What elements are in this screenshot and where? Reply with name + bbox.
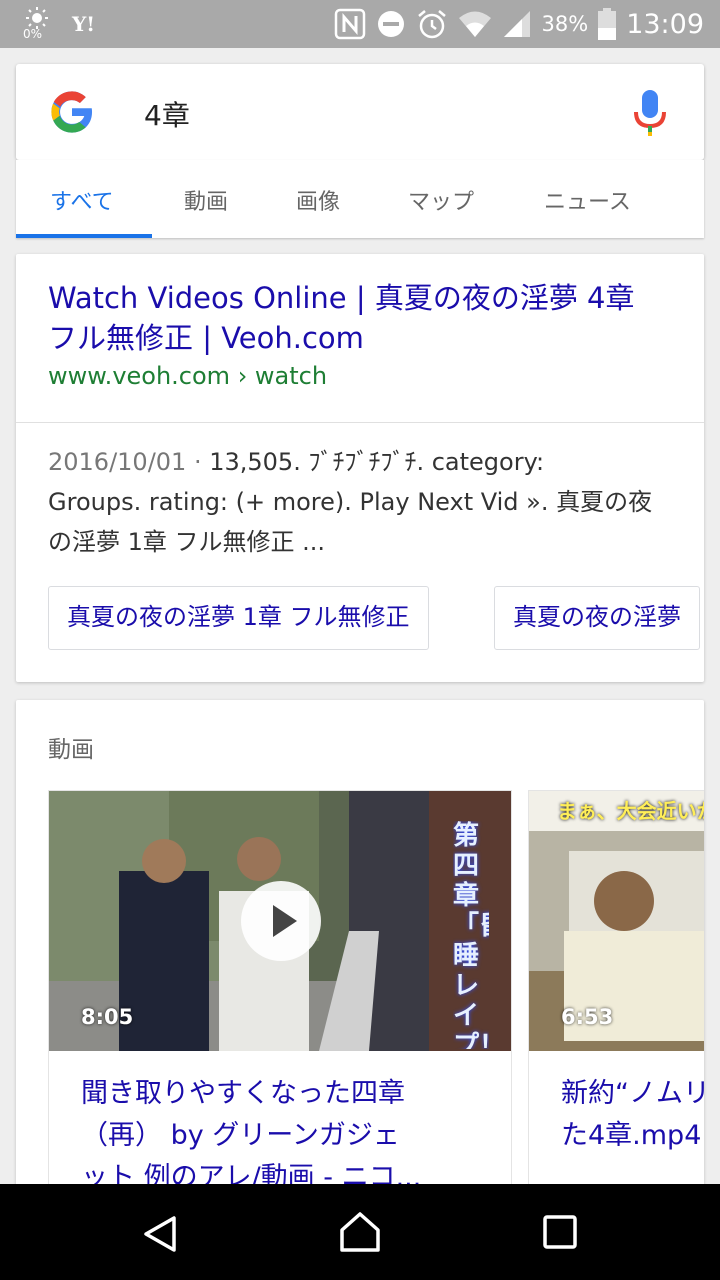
nfc-icon <box>334 8 365 40</box>
snippet-separator: · <box>186 448 210 476</box>
video-card[interactable]: 第四章 「昏睡レイプ！野獣と化した… 8:05 聞き取りやすくなった四章 （再）… <box>48 790 512 1200</box>
tab-maps[interactable]: マップ <box>408 184 474 216</box>
google-g-icon <box>51 91 94 133</box>
video-title-line: （再） by グリーンガジェ <box>81 1120 400 1151</box>
video-title-line: 聞き取りやすくなった四章 <box>81 1078 405 1109</box>
video-title-line: 新約“ノムリ <box>561 1078 704 1109</box>
search-tabs: すべて 動画 画像 マップ ニュース <box>16 160 704 238</box>
tab-news[interactable]: ニュース <box>544 184 631 216</box>
related-links: 真夏の夜の淫夢 1章 フル無修正 真夏の夜の淫夢 <box>48 586 704 650</box>
home-icon[interactable] <box>338 1210 382 1254</box>
brightness-percent: 0% <box>23 27 43 41</box>
search-box[interactable]: 4章 <box>16 64 704 160</box>
video-title-link[interactable]: 聞き取りやすくなった四章 （再） by グリーンガジェ ット 例のアレ/動画 -… <box>81 1073 501 1199</box>
video-title-link[interactable]: 新約“ノムリ た4章.mp4 <box>561 1073 704 1157</box>
brightness-icon: 0% <box>22 6 52 42</box>
search-query[interactable]: 4章 <box>144 94 190 134</box>
result-url[interactable]: www.veoh.com › watch <box>48 362 327 390</box>
yahoo-icon: Y! <box>72 12 96 36</box>
mic-icon[interactable] <box>632 88 668 138</box>
tab-videos[interactable]: 動画 <box>184 184 228 216</box>
tab-images[interactable]: 画像 <box>296 184 340 216</box>
wifi-icon <box>458 11 491 37</box>
video-overlay-text: まぁ、大会近いか <box>557 799 704 823</box>
alarm-icon <box>417 10 446 39</box>
result-title-line: フル無修正 | Veoh.com <box>48 321 364 355</box>
back-icon[interactable] <box>140 1214 180 1254</box>
result-title-link[interactable]: Watch Videos Online | 真夏の夜の淫夢 4章 フル無修正 |… <box>48 278 678 358</box>
related-link-chip[interactable]: 真夏の夜の淫夢 <box>494 586 700 650</box>
video-card[interactable]: まぁ、大会近いか 6:53 新約“ノムリ た4章.mp4 <box>528 790 704 1200</box>
snippet-line: 2016/10/01 · 13,505. ﾌﾞﾁﾌﾞﾁﾌﾞﾁ. category… <box>48 442 678 482</box>
snippet-line: の淫夢 1章 フル無修正 ... <box>48 528 326 556</box>
videos-section: 動画 第四章 「昏睡レイプ！野獣と化した… 8:05 聞き取りやすくなった四章 … <box>16 700 704 1200</box>
recents-icon[interactable] <box>542 1214 578 1250</box>
snippet-line: Groups. rating: (+ more). Play Next Vid … <box>48 488 653 516</box>
dnd-icon <box>377 11 404 37</box>
video-title-line: た4章.mp4 <box>561 1120 702 1151</box>
battery-percent: 38% <box>541 12 589 36</box>
search-result-card: Watch Videos Online | 真夏の夜の淫夢 4章 フル無修正 |… <box>16 254 704 682</box>
video-overlay-text: 第四章 「昏睡レイプ！野獣と化した… <box>453 821 489 1049</box>
snippet-text: 13,505. ﾌﾞﾁﾌﾞﾁﾌﾞﾁ. category: <box>209 448 545 476</box>
battery-icon <box>598 8 617 40</box>
play-icon[interactable] <box>241 881 321 961</box>
clock: 13:09 <box>626 8 704 40</box>
section-title: 動画 <box>48 737 94 763</box>
related-link-chip[interactable]: 真夏の夜の淫夢 1章 フル無修正 <box>48 586 429 650</box>
result-date: 2016/10/01 <box>48 448 187 476</box>
result-title-line: Watch Videos Online | 真夏の夜の淫夢 4章 <box>48 281 635 315</box>
divider <box>16 422 704 423</box>
result-snippet: 2016/10/01 · 13,505. ﾌﾞﾁﾌﾞﾁﾌﾞﾁ. category… <box>48 442 678 562</box>
navigation-bar <box>0 1184 720 1280</box>
video-thumbnail[interactable] <box>529 791 704 1051</box>
status-bar: 0% Y! 38% 13:09 <box>0 0 720 48</box>
tab-all[interactable]: すべて <box>50 184 114 216</box>
active-tab-indicator <box>16 234 152 238</box>
signal-icon <box>503 11 530 37</box>
